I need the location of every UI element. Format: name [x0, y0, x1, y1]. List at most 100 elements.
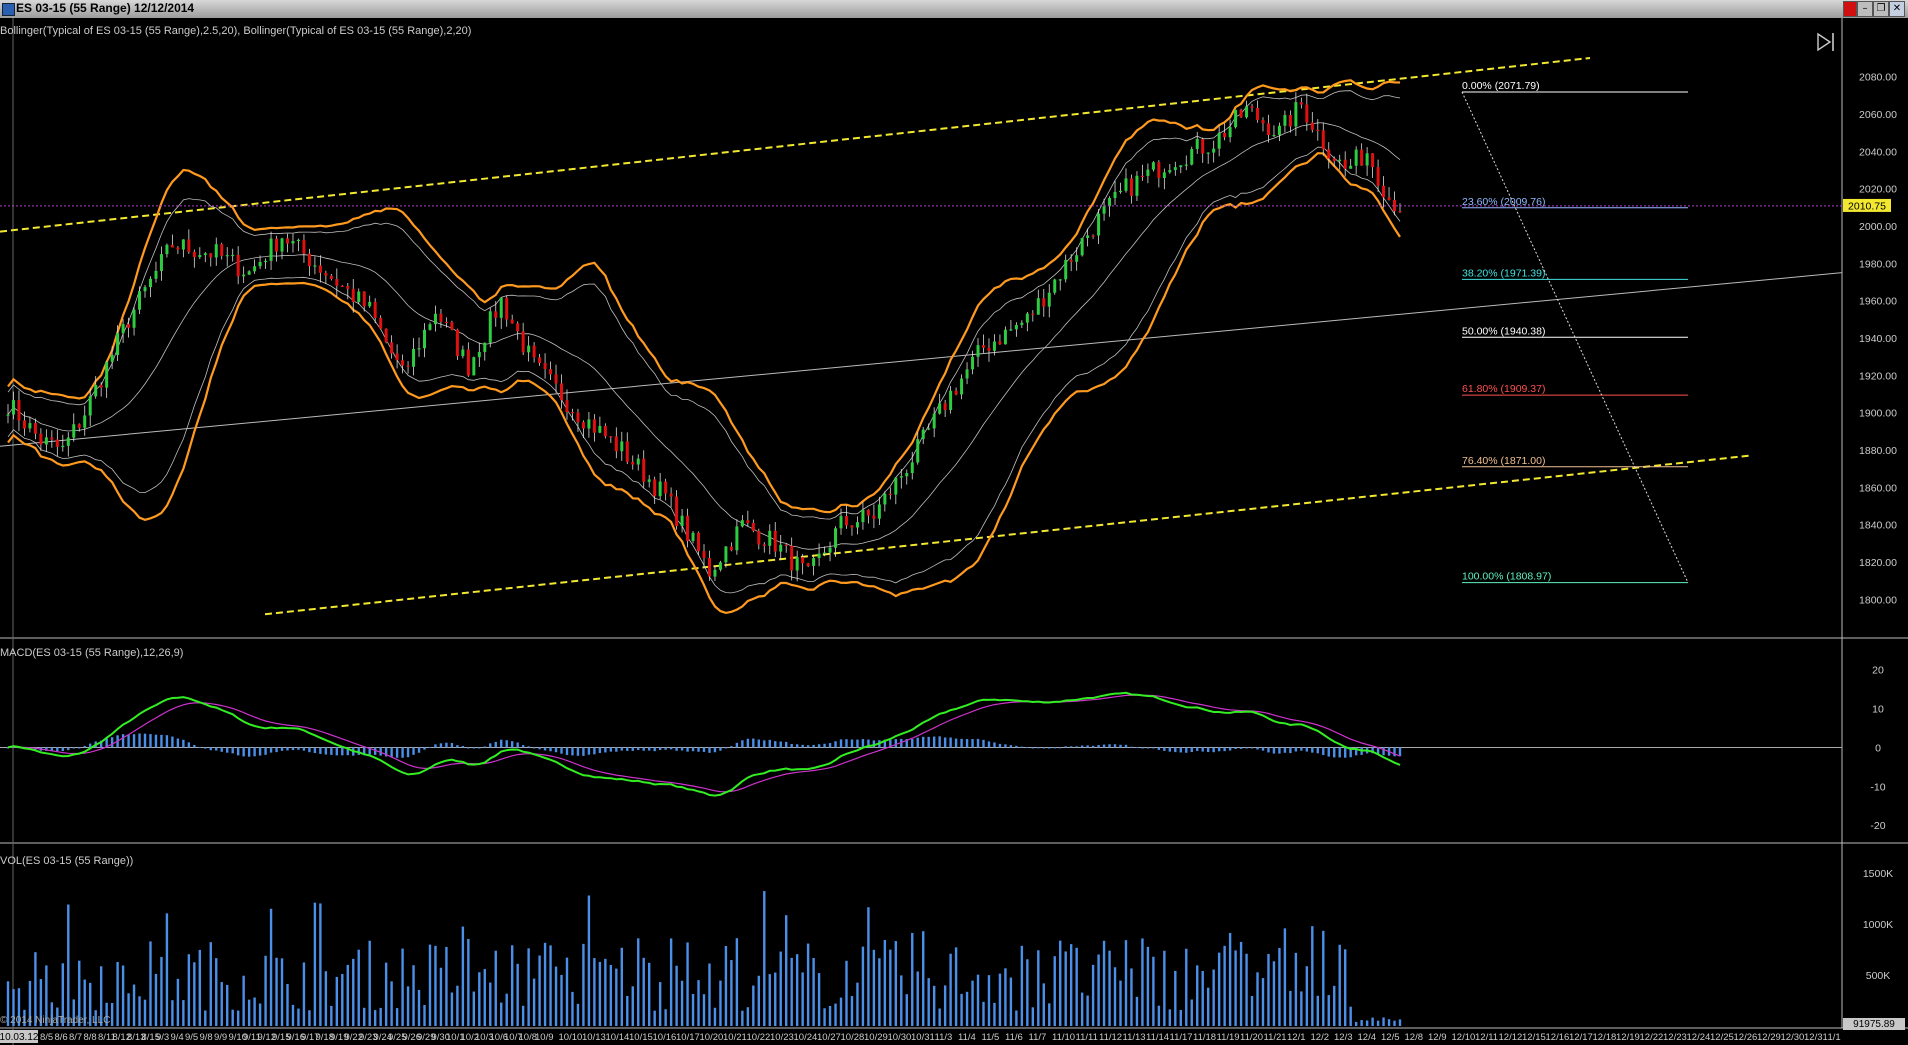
candle-body: [1398, 211, 1402, 213]
volume-bar: [642, 957, 645, 1026]
time-axis-label: 11/19: [1217, 1032, 1240, 1043]
volume-bar: [1393, 1020, 1396, 1026]
candle-body: [965, 369, 969, 379]
time-axis-label: 11/13: [1123, 1032, 1146, 1043]
candle-body: [954, 390, 958, 395]
maximize-button[interactable]: ❐: [1873, 1, 1889, 17]
macd-histogram-bar: [763, 740, 766, 748]
macd-histogram-bar: [527, 746, 530, 748]
macd-histogram-bar: [1272, 747, 1276, 754]
macd-histogram-bar: [1190, 747, 1193, 753]
macd-histogram-bar: [1031, 747, 1035, 749]
time-axis-label: 9/4: [171, 1032, 184, 1043]
volume-bar: [1212, 969, 1215, 1026]
candle-body: [751, 522, 755, 531]
macd-histogram-bar: [615, 747, 618, 752]
macd-histogram-bar: [1064, 746, 1067, 748]
macd-histogram-bar: [187, 742, 191, 748]
candle-body: [779, 544, 783, 552]
candle-body: [121, 324, 125, 334]
macd-histogram-bar: [735, 742, 739, 748]
window-titlebar[interactable]: ES 03-15 (55 Range) 12/12/2014 – ❐ ✕: [0, 0, 1908, 19]
macd-histogram-bar: [785, 741, 788, 748]
volume-bar: [1009, 977, 1013, 1026]
volume-bar: [269, 908, 273, 1026]
macd-histogram-bar: [226, 747, 229, 753]
candle-body: [285, 238, 289, 244]
volume-bar: [379, 1007, 382, 1026]
macd-histogram-bar: [1278, 747, 1281, 754]
volume-bar: [834, 1003, 837, 1026]
macd-histogram-bar: [1015, 745, 1018, 748]
time-axis-label: 10/15: [629, 1032, 653, 1043]
volume-bar: [258, 1003, 262, 1026]
candle-body: [483, 342, 487, 352]
candle-body: [669, 493, 673, 497]
alert-indicator-icon[interactable]: [1843, 1, 1857, 17]
volume-bar: [1091, 964, 1095, 1026]
macd-histogram-bar: [1075, 746, 1078, 748]
candle-body: [1256, 107, 1260, 121]
volume-bar: [708, 963, 711, 1026]
candle-body: [790, 545, 794, 571]
macd-histogram-bar: [291, 747, 295, 751]
volume-bar: [998, 973, 1002, 1026]
chart-canvas[interactable]: Bollinger(Typical of ES 03-15 (55 Range)…: [0, 18, 1908, 1045]
volume-bar: [341, 974, 344, 1026]
volume-bar: [231, 1009, 234, 1026]
fib-level-label: 61.80% (1909.37): [1462, 383, 1545, 395]
macd-histogram-bar: [976, 738, 980, 748]
candle-body: [1338, 159, 1342, 162]
candle-body: [77, 424, 81, 428]
candle-body: [631, 461, 635, 465]
volume-bar: [253, 997, 256, 1026]
close-button[interactable]: ✕: [1889, 1, 1905, 17]
candle-body: [976, 345, 980, 357]
volume-bar: [1283, 928, 1287, 1026]
time-axis-label: 11/20: [1240, 1032, 1263, 1043]
candle-body: [866, 509, 870, 516]
candle-body: [28, 423, 32, 429]
candle-body: [538, 357, 542, 364]
price-axis-tick: 1860.00: [1859, 482, 1897, 494]
time-axis-label: 8/5: [40, 1032, 53, 1043]
macd-histogram-bar: [1108, 744, 1111, 748]
macd-histogram-bar: [741, 740, 744, 748]
macd-histogram-bar: [861, 739, 865, 748]
candle-body: [11, 400, 15, 415]
volume-bar: [335, 976, 339, 1026]
candle-body: [1327, 149, 1331, 159]
macd-histogram-bar: [204, 747, 207, 749]
volume-bar: [817, 973, 821, 1026]
candle-body: [795, 557, 799, 571]
volume-bar: [993, 1002, 996, 1026]
macd-histogram-bar: [839, 739, 843, 748]
volume-bar: [1256, 972, 1259, 1026]
candle-body: [1349, 165, 1353, 169]
candle-body: [1321, 130, 1325, 150]
macd-histogram-bar: [1168, 747, 1172, 752]
candle-body: [888, 493, 892, 495]
macd-histogram-bar: [823, 743, 826, 748]
volume-bar: [823, 1008, 826, 1026]
minimize-button[interactable]: –: [1857, 1, 1873, 17]
volume-bar: [500, 1002, 503, 1026]
macd-histogram-bar: [795, 744, 799, 748]
price-axis-tick: 2080.00: [1859, 72, 1897, 84]
volume-bar: [494, 950, 497, 1026]
macd-histogram-bar: [483, 746, 486, 748]
volume-bar: [850, 996, 854, 1026]
volume-bar: [193, 962, 196, 1026]
candle-body: [1075, 255, 1079, 262]
candle-body: [576, 412, 580, 423]
macd-histogram-bar: [154, 734, 158, 748]
candle-body: [488, 311, 492, 343]
macd-histogram-bar: [1311, 747, 1314, 753]
volume-bar: [302, 962, 306, 1026]
candle-body: [88, 396, 92, 416]
macd-histogram-bar: [834, 741, 837, 748]
macd-histogram-bar: [664, 747, 667, 750]
volume-bar: [406, 986, 410, 1026]
candle-body: [675, 496, 679, 527]
volume-bar: [1097, 954, 1100, 1026]
